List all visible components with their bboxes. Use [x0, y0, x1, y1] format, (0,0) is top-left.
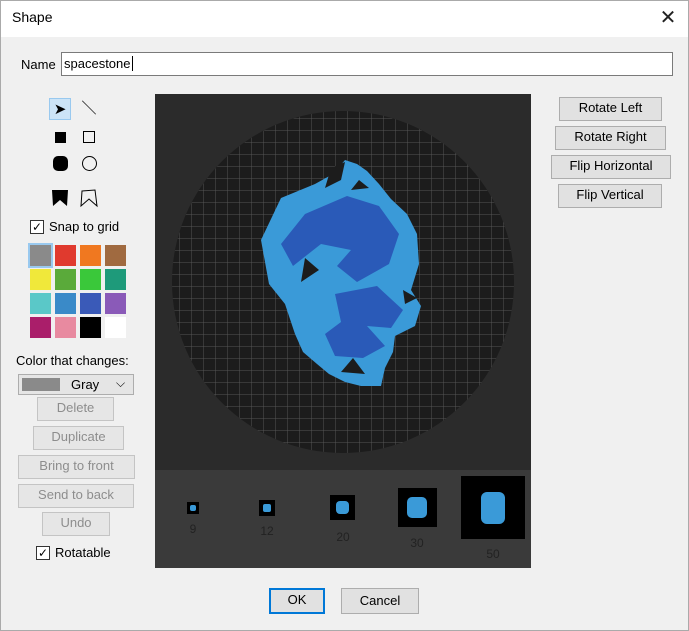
polygon-outline-tool-icon[interactable]	[78, 188, 100, 210]
name-label: Name	[21, 57, 56, 72]
color-palette	[28, 243, 126, 339]
color-swatch[interactable]	[105, 317, 126, 338]
thumb-label-20: 20	[336, 530, 350, 544]
rotatable-checkbox[interactable]: ✓	[36, 546, 50, 560]
thumb-label-30: 30	[410, 536, 424, 550]
chevron-down-icon: ⌵	[116, 376, 126, 390]
color-swatch[interactable]	[80, 293, 101, 314]
name-value: spacestone	[64, 56, 131, 71]
duplicate-button[interactable]: Duplicate	[33, 426, 124, 450]
thumb-30	[398, 488, 437, 527]
cancel-button[interactable]: Cancel	[341, 588, 419, 614]
color-swatch-preview	[22, 378, 60, 391]
close-icon[interactable]: ✕	[650, 1, 686, 35]
thumb-label-50: 50	[486, 547, 500, 561]
thumb-20	[330, 495, 355, 520]
rect-outline-tool-icon[interactable]	[78, 128, 100, 150]
color-swatch[interactable]	[55, 245, 76, 266]
rotate-left-button[interactable]: Rotate Left	[559, 97, 662, 121]
text-cursor	[131, 56, 133, 71]
thumb-9	[187, 502, 199, 514]
snap-checkbox[interactable]: ✓	[30, 220, 44, 234]
filled-rect-tool-icon[interactable]	[49, 128, 71, 150]
color-swatch[interactable]	[80, 317, 101, 338]
dialog-title: Shape	[12, 9, 53, 25]
send-to-back-button[interactable]: Send to back	[18, 484, 134, 508]
shape-editor-svg	[172, 111, 514, 453]
flip-horizontal-button[interactable]: Flip Horizontal	[551, 155, 671, 179]
color-changes-label: Color that changes:	[16, 353, 129, 368]
filled-polygon-tool-icon[interactable]	[49, 188, 71, 210]
rotatable-label: Rotatable	[55, 545, 111, 560]
color-swatch[interactable]	[105, 269, 126, 290]
thumb-label-12: 12	[260, 524, 274, 538]
color-swatch[interactable]	[30, 317, 51, 338]
color-swatch[interactable]	[30, 293, 51, 314]
bring-to-front-button[interactable]: Bring to front	[18, 455, 135, 479]
color-swatch[interactable]	[80, 245, 101, 266]
select-tool-icon[interactable]: ➤	[49, 98, 71, 120]
color-swatch[interactable]	[55, 269, 76, 290]
color-swatch[interactable]	[105, 245, 126, 266]
thumb-label-9: 9	[189, 522, 197, 536]
undo-button[interactable]: Undo	[42, 512, 110, 536]
ok-button[interactable]: OK	[269, 588, 325, 614]
color-swatch[interactable]	[105, 293, 126, 314]
color-swatch[interactable]	[30, 269, 51, 290]
thumb-50	[461, 476, 525, 539]
line-tool-icon[interactable]: ＼	[78, 98, 100, 120]
rotate-right-button[interactable]: Rotate Right	[555, 126, 666, 150]
ellipse-outline-tool-icon[interactable]	[78, 156, 100, 178]
name-input[interactable]: spacestone	[61, 52, 673, 76]
color-swatch[interactable]	[55, 293, 76, 314]
snap-label: Snap to grid	[49, 219, 120, 234]
color-select-value: Gray	[71, 377, 100, 392]
flip-vertical-button[interactable]: Flip Vertical	[558, 184, 662, 208]
title-bar	[1, 1, 688, 37]
thumb-12	[259, 500, 275, 516]
color-swatch[interactable]	[55, 317, 76, 338]
delete-button[interactable]: Delete	[37, 397, 114, 421]
color-swatch[interactable]	[80, 269, 101, 290]
color-swatch[interactable]	[28, 243, 53, 268]
filled-ellipse-tool-icon[interactable]	[49, 156, 71, 178]
color-select[interactable]: Gray ⌵	[18, 374, 134, 395]
